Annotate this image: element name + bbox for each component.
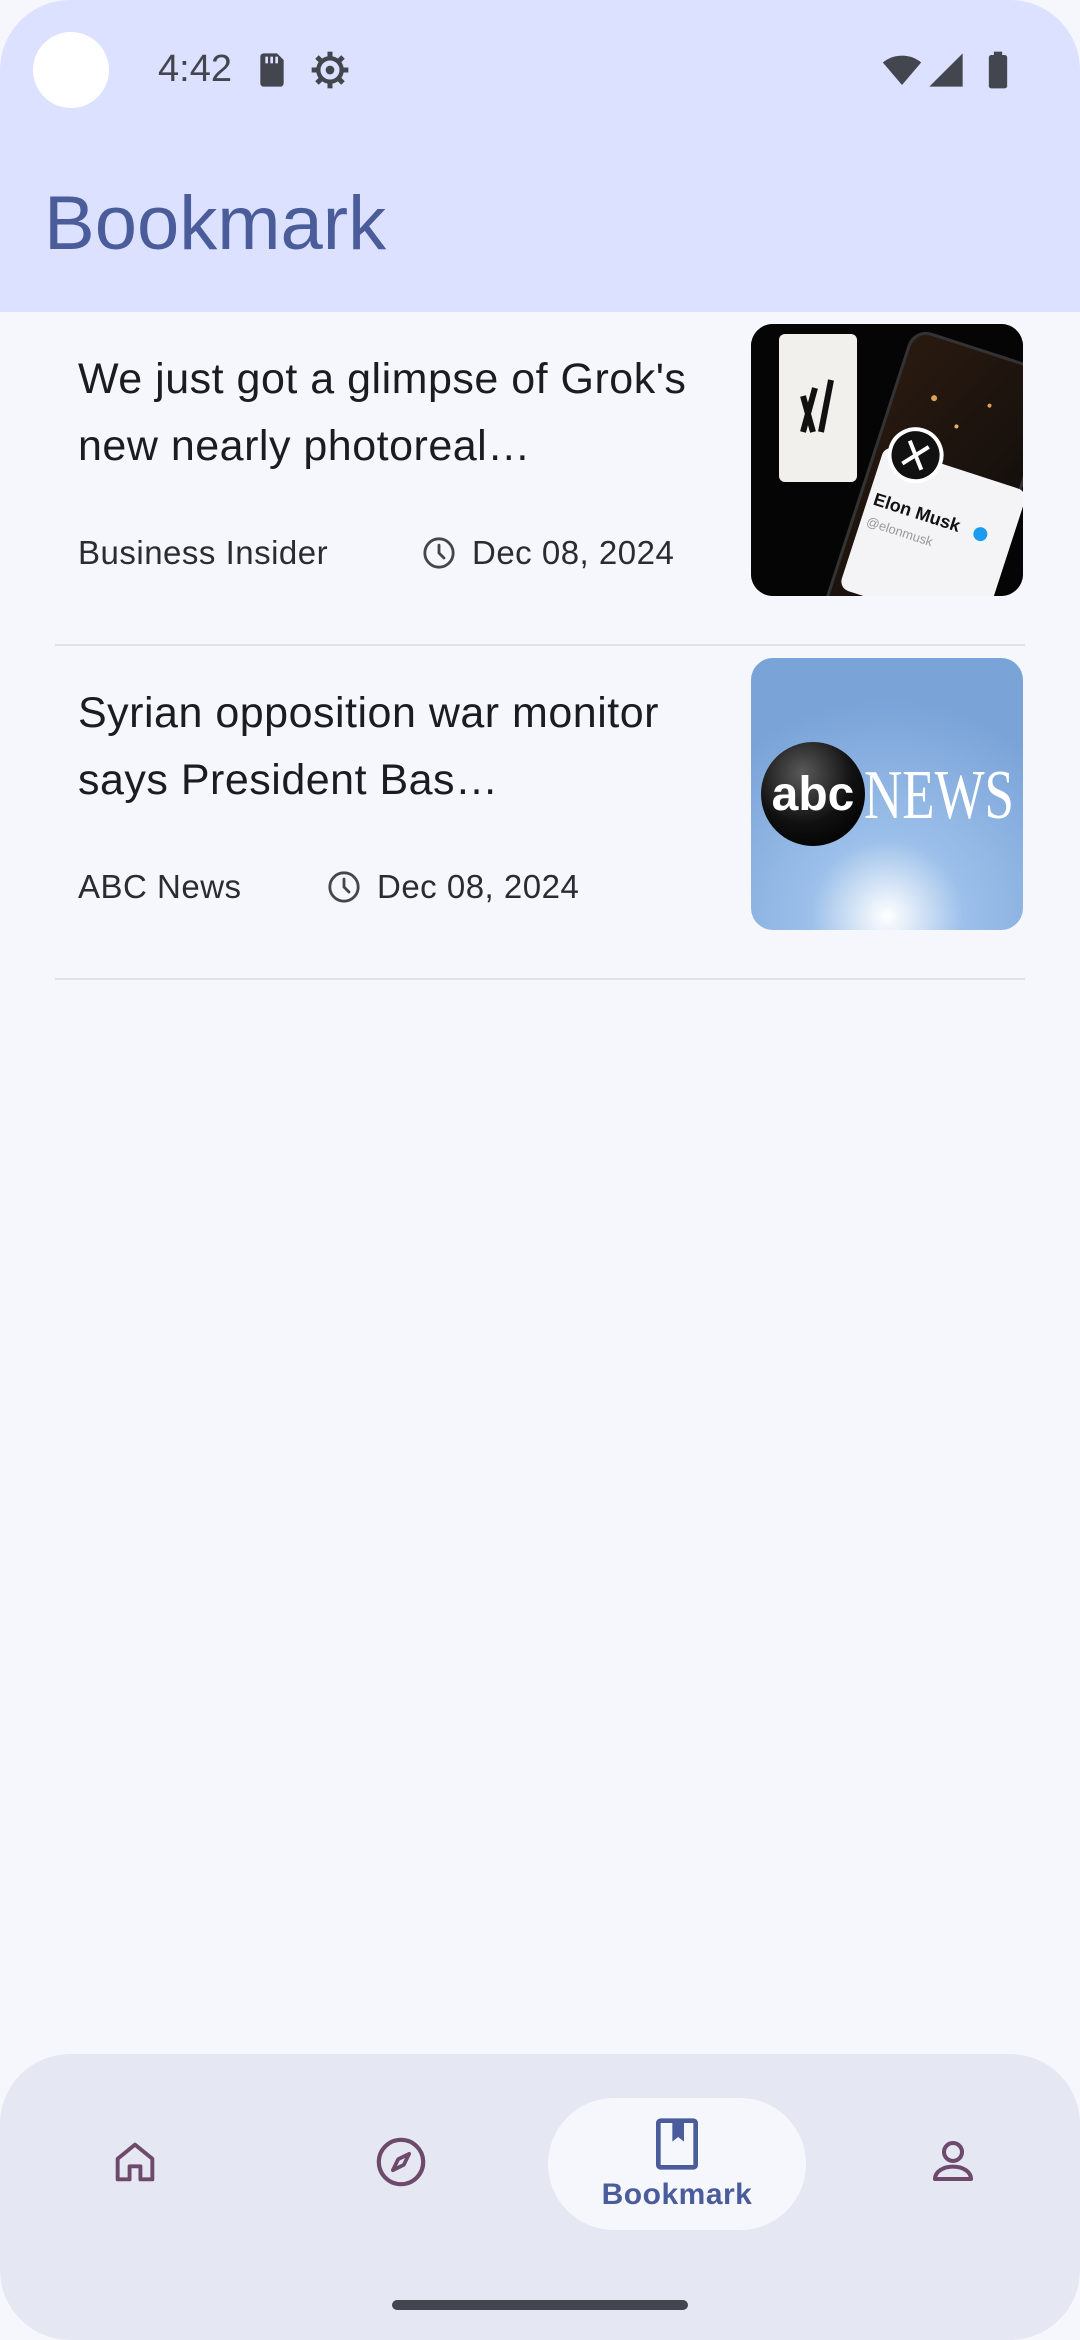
settings-gear-icon [311, 51, 349, 89]
logo-news-text: NEWS [864, 757, 1014, 834]
nav-label-bookmark: Bookmark [601, 2178, 753, 2211]
status-time: 4:42 [158, 48, 232, 90]
nav-item-home[interactable] [0, 2054, 270, 2254]
article-date: Dec 08, 2024 [472, 534, 675, 571]
article-date: Dec 08, 2024 [377, 868, 580, 905]
signal-icon [929, 53, 963, 87]
nav-item-profile[interactable] [818, 2054, 1080, 2254]
bottom-navigation: Bookmark [0, 2054, 1080, 2340]
page-title: Bookmark [44, 181, 387, 266]
article-card[interactable]: We just got a glimpse of Grok's new near… [55, 312, 1025, 646]
clock-icon [423, 537, 455, 569]
bookmark-screen: 4:42 Bookmark We just got a glimpse of G… [0, 0, 1080, 2340]
compass-icon [376, 2137, 426, 2187]
article-title: We just got a glimpse of Grok's new near… [78, 355, 687, 470]
thumbnail-image: Elon Musk @elonmusk [751, 324, 1023, 596]
nav-item-bookmark[interactable]: Bookmark [542, 2054, 812, 2254]
app-header: 4:42 Bookmark [0, 0, 1080, 312]
bookmark-icon [656, 2118, 698, 2170]
person-icon [932, 2140, 974, 2182]
nav-item-explore[interactable] [266, 2054, 536, 2254]
battery-icon [988, 51, 1008, 89]
home-indicator[interactable] [392, 2300, 688, 2310]
article-source: Business Insider [78, 534, 329, 571]
article-thumbnail: Elon Musk @elonmusk [751, 324, 1023, 596]
article-thumbnail: abc NEWS [751, 658, 1023, 930]
sd-card-icon [260, 53, 284, 87]
bookmark-list: We just got a glimpse of Grok's new near… [55, 312, 1025, 980]
article-source: ABC News [78, 868, 242, 905]
home-icon [115, 2142, 155, 2182]
wifi-icon [882, 55, 922, 85]
article-title: Syrian opposition war monitor says Presi… [78, 689, 659, 804]
logo-abc-text: abc [772, 768, 855, 821]
clock-icon [328, 871, 360, 903]
abc-news-logo: abc NEWS [751, 658, 1023, 930]
camera-cutout [33, 32, 109, 108]
article-card[interactable]: Syrian opposition war monitor says Presi… [55, 646, 1025, 980]
